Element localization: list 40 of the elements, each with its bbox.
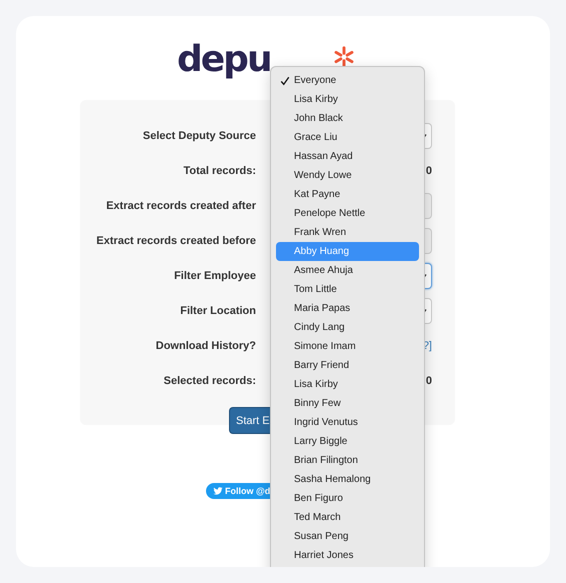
dropdown-option[interactable]: Brian Filington (276, 451, 419, 470)
field-label: Download History? (154, 340, 256, 352)
dropdown-option[interactable]: Lisa Kirby (276, 375, 419, 394)
dropdown-option[interactable]: Barry Friend (276, 356, 419, 375)
field-label: Filter Location (179, 304, 256, 316)
dropdown-option[interactable]: Sasha Hemalong (276, 470, 419, 489)
dropdown-option[interactable]: Ingrid Venutus (276, 413, 419, 432)
field-label: Total records: (182, 164, 256, 176)
dropdown-option[interactable]: Kat Payne (276, 185, 419, 204)
dropdown-option[interactable]: Simone Imam (276, 337, 419, 356)
bird-icon (213, 486, 223, 496)
dropdown-option[interactable]: John Black (276, 109, 419, 128)
dropdown-option[interactable]: Ben Figuro (276, 489, 419, 508)
field-label: Extract records created before (95, 234, 256, 246)
dropdown-option[interactable]: Maria Papas (276, 299, 419, 318)
field-label: Filter Employee (173, 270, 256, 282)
dropdown-option[interactable]: Harriet Jones (276, 546, 419, 565)
logo-text: depu (177, 40, 271, 80)
dropdown-option[interactable]: Grace Liu (276, 128, 419, 147)
dropdown-option[interactable]: Tom Little (276, 280, 419, 299)
dropdown-option[interactable]: Penelope Nettle (276, 204, 419, 223)
dropdown-option[interactable]: Everyone (276, 71, 419, 90)
dropdown-option[interactable]: Larry Biggle (276, 432, 419, 451)
record-count: 0 (426, 164, 432, 176)
logo-icon (332, 46, 355, 68)
dropdown-option[interactable]: Wendy Lowe (276, 166, 419, 185)
dropdown-option[interactable]: Frank Wren (276, 223, 419, 242)
start-button[interactable]: Start E (229, 407, 270, 434)
dropdown-option[interactable]: Susan Peng (276, 527, 419, 546)
dropdown-option[interactable]: Asmee Ahuja (276, 261, 419, 280)
dropdown-option[interactable]: Hassan Ayad (276, 147, 419, 166)
dropdown-option[interactable]: Lisa Kirby (276, 90, 419, 109)
field-label: Selected records: (162, 374, 256, 386)
field-label: Extract records created after (105, 200, 256, 212)
field-label: Select Deputy Source (142, 130, 256, 142)
dropdown-option[interactable]: Cindy Lang (276, 318, 419, 337)
record-count: 0 (426, 374, 432, 386)
checkmark-icon (280, 76, 290, 86)
dropdown-option[interactable]: Binny Few (276, 394, 419, 413)
dropdown-option[interactable]: Ted March (276, 508, 419, 527)
